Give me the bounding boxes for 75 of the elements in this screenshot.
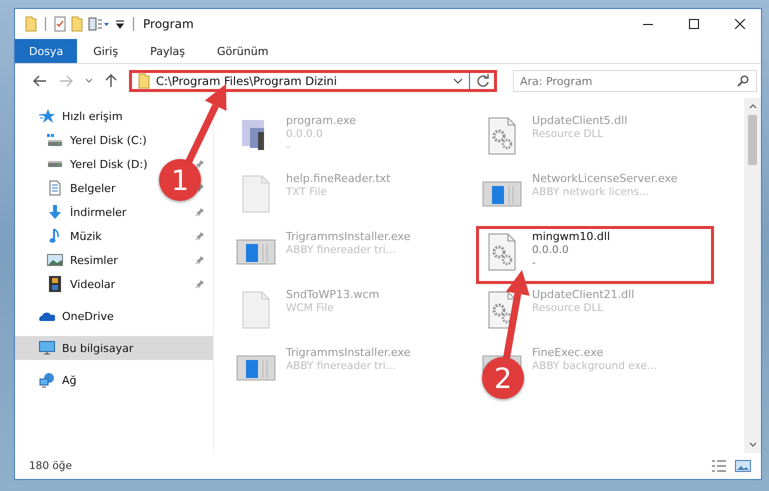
file-name: SndToWP13.wcm [286, 288, 380, 301]
large-icons-view-icon[interactable] [735, 460, 751, 472]
properties-icon[interactable] [54, 16, 66, 32]
refresh-icon[interactable] [476, 74, 490, 88]
nav-item[interactable]: Yerel Disk (C:) [70, 134, 147, 146]
file-name: TrigrammsInstaller.exe [286, 230, 410, 243]
file-detail: 0.0.0.0 [286, 128, 324, 140]
file-name: UpdateClient5.dll [532, 114, 628, 127]
download-arrow-icon [47, 204, 63, 220]
pin-icon[interactable] [195, 159, 205, 169]
nav-item[interactable]: Müzik [70, 230, 102, 242]
image-icon [47, 252, 63, 268]
nav-item[interactable]: Resimler [70, 254, 118, 266]
pin-icon[interactable] [195, 279, 205, 289]
drive-icon [47, 132, 63, 148]
file-name: mingwm10.dll [532, 230, 610, 243]
selected-nav-item[interactable]: Bu bilgisayar [15, 336, 213, 360]
file-name: FineExec.exe [532, 346, 604, 359]
file-detail: ABBY finereader tri... [286, 244, 397, 256]
file-detail: ABBY network licens... [532, 186, 650, 198]
file-detail: - [286, 141, 291, 153]
scrollbar-thumb[interactable] [748, 115, 757, 165]
pin-icon[interactable] [195, 231, 205, 241]
scroll-up-icon[interactable] [748, 103, 756, 109]
network-icon [39, 372, 55, 388]
pin-icon[interactable] [195, 207, 205, 217]
file-detail: Resource DLL [532, 302, 604, 314]
nav-item[interactable]: Hızlı erişim [62, 110, 123, 122]
details-view-icon[interactable] [711, 460, 727, 472]
back-icon[interactable] [33, 75, 47, 87]
nav-item[interactable]: Yerel Disk (D:) [70, 158, 148, 170]
highlighted-file[interactable]: mingwm10.dll 0.0.0.0 - [476, 226, 714, 284]
file-name: help.fineReader.txt [286, 172, 390, 185]
monitor-icon [39, 340, 55, 356]
folder-icon [138, 73, 150, 89]
maximize-icon[interactable] [689, 19, 699, 29]
nav-item[interactable]: OneDrive [62, 310, 114, 322]
chevron-down-icon[interactable] [453, 78, 463, 84]
close-icon[interactable] [735, 19, 745, 29]
file-name: NetworkLicenseServer.exe [532, 172, 678, 185]
ribbon-tab[interactable]: Görünüm [201, 39, 284, 63]
ribbon-tab[interactable]: Giriş [77, 39, 134, 63]
scroll-down-icon[interactable] [748, 442, 756, 448]
file-detail: 0.0.0.0 [532, 244, 570, 256]
item-count: 180 öğe [29, 460, 72, 472]
file-name: UpdateClient21.dll [532, 288, 634, 301]
nav-item[interactable]: Belgeler [70, 182, 116, 194]
nav-item[interactable]: Ağ [62, 374, 77, 386]
drive-icon [47, 160, 63, 168]
ribbon-tab[interactable]: Paylaş [134, 39, 201, 63]
address-bar[interactable]: C:\Program Files\Program Dizini [129, 70, 497, 92]
file-detail: WCM File [286, 302, 335, 314]
up-icon[interactable] [105, 74, 117, 88]
folder-icon[interactable] [25, 16, 37, 32]
file-detail: Resource DLL [532, 128, 604, 140]
document-icon [47, 180, 63, 196]
folder-icon[interactable] [71, 16, 83, 32]
nav-item[interactable]: İndirmeler [70, 206, 126, 218]
pin-icon[interactable] [195, 255, 205, 265]
file-name: program.exe [286, 114, 356, 127]
file-name: TrigrammsInstaller.exe [286, 346, 410, 359]
file-detail: ABBY finereader tri... [286, 360, 397, 372]
file-detail: ABBY background exe... [532, 360, 657, 372]
file-tab[interactable]: Dosya [15, 39, 78, 63]
search-field[interactable]: Ara: Program [513, 70, 757, 92]
star-icon [39, 108, 55, 124]
dropdown-icon[interactable] [115, 19, 125, 29]
file-detail: - [532, 257, 537, 269]
film-icon [47, 276, 63, 292]
search-icon [737, 75, 749, 87]
nav-item[interactable]: Videolar [70, 278, 116, 290]
file-detail: TXT File [286, 186, 328, 198]
view-icon[interactable] [88, 17, 110, 31]
window-title: Program [143, 17, 195, 31]
chevron-down-icon[interactable] [85, 78, 93, 84]
